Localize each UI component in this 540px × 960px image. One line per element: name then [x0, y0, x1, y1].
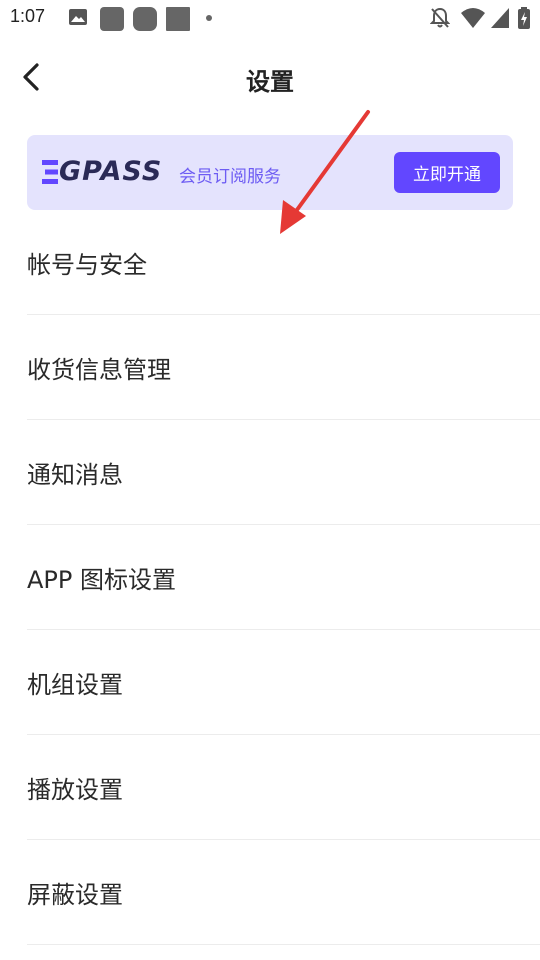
more-notifications-dot-icon: [206, 15, 212, 21]
app-notification-icon: [166, 7, 190, 31]
gpass-logo: GPASS: [42, 157, 162, 187]
app-notification-icon: [100, 7, 124, 31]
menu-item-notifications[interactable]: 通知消息: [27, 420, 540, 525]
subscribe-now-button[interactable]: 立即开通: [394, 152, 500, 193]
menu-item-label: 帐号与安全: [27, 250, 147, 279]
menu-item-account-security[interactable]: 帐号与安全: [27, 210, 540, 315]
menu-item-label: 播放设置: [27, 775, 123, 804]
menu-item-label: 收货信息管理: [27, 355, 171, 384]
app-notification-icon: [133, 7, 157, 31]
battery-icon: [518, 7, 530, 29]
signal-icon: [491, 8, 509, 28]
image-notification-icon: [69, 9, 87, 25]
menu-item-label: APP 图标设置: [27, 565, 176, 594]
menu-item-playback-settings[interactable]: 播放设置: [27, 735, 540, 840]
menu-item-label: 机组设置: [27, 670, 123, 699]
membership-banner[interactable]: GPASS 会员订阅服务 立即开通: [27, 135, 513, 210]
status-time: 1:07: [10, 6, 46, 26]
settings-menu: 帐号与安全 收货信息管理 通知消息 APP 图标设置 机组设置 播放设置 屏蔽设…: [0, 210, 540, 945]
menu-item-crew-settings[interactable]: 机组设置: [27, 630, 540, 735]
menu-item-block-settings[interactable]: 屏蔽设置: [27, 840, 540, 945]
banner-subtitle: 会员订阅服务: [179, 167, 281, 187]
notifications-off-icon: [430, 7, 450, 28]
header: 设置: [0, 50, 540, 106]
menu-item-shipping-info[interactable]: 收货信息管理: [27, 315, 540, 420]
menu-item-app-icon-settings[interactable]: APP 图标设置: [27, 525, 540, 630]
gpass-logo-mark-icon: [42, 160, 58, 184]
status-bar: 1:07: [0, 0, 540, 36]
gpass-logo-text: GPASS: [59, 156, 163, 187]
page-title: 设置: [246, 68, 294, 96]
wifi-icon: [461, 8, 485, 28]
menu-item-label: 屏蔽设置: [27, 880, 123, 909]
menu-item-label: 通知消息: [27, 460, 123, 489]
